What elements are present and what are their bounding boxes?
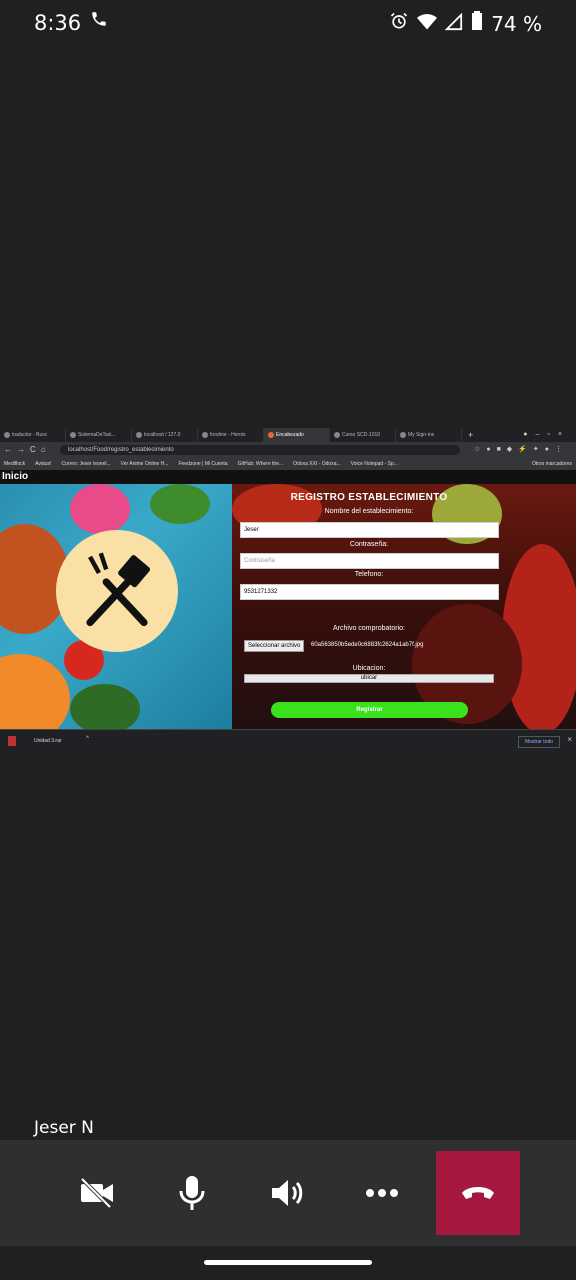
shared-screen: traductor - Busc SistemaDeTaxi... localh… — [0, 428, 576, 754]
end-call-button[interactable] — [436, 1151, 520, 1235]
utensils-icon — [86, 552, 151, 627]
phone-label: Telefono: — [354, 571, 384, 578]
chevron-up-icon[interactable]: ^ — [86, 736, 89, 742]
browser-tab-active[interactable]: Encabezado — [264, 428, 330, 442]
favicon-icon — [334, 432, 340, 438]
browser-tab[interactable]: traductor - Busc — [0, 428, 66, 442]
wifi-icon — [417, 12, 438, 36]
other-bookmarks[interactable]: Otros marcadores — [532, 458, 572, 470]
browser-tab[interactable]: Curso SCD-1010 — [330, 428, 396, 442]
battery-percent: 74 % — [491, 11, 542, 36]
form-title: REGISTRO ESTABLECIMIENTO — [290, 492, 448, 503]
name-input[interactable]: Jeser — [240, 522, 499, 538]
new-tab-button[interactable]: + — [462, 428, 473, 442]
extension-icons[interactable]: ☆●■◆⚡✦●⋮ — [474, 445, 568, 453]
microsoft-icon — [400, 432, 406, 438]
favicon-icon — [202, 432, 208, 438]
bookmark[interactable]: Odoxa XXI - Odoxa... — [293, 458, 341, 470]
browser-tab[interactable]: localhost / 127.0 — [132, 428, 198, 442]
favicon-icon — [268, 432, 274, 438]
choose-file-button[interactable]: Seleccionar archivo — [244, 640, 305, 652]
more-icon — [366, 1189, 398, 1197]
favicon-icon — [4, 432, 10, 438]
browser-tab[interactable]: My Sign-ins — [396, 428, 462, 442]
video-off-button[interactable] — [72, 1168, 122, 1218]
register-button[interactable]: Registrar — [271, 702, 468, 718]
bookmark[interactable]: Aviáus! — [35, 458, 51, 470]
password-input[interactable]: Contraseña — [240, 553, 499, 569]
video-off-icon — [80, 1177, 113, 1209]
address-bar: ←→C⌂ localhost/Food/registro_establecimi… — [0, 442, 576, 458]
github-icon — [70, 432, 76, 438]
bookmark[interactable]: GitHub: Where the... — [238, 458, 284, 470]
file-label: Archivo comprobatorio: — [333, 625, 405, 632]
battery-icon — [471, 11, 483, 36]
status-bar: 8:36 74 % — [0, 0, 576, 46]
browser-tab[interactable]: SistemaDeTaxi... — [66, 428, 132, 442]
close-icon[interactable]: × — [567, 735, 572, 744]
speaker-icon — [272, 1180, 303, 1206]
show-all-button[interactable]: Mostrar todo — [518, 736, 560, 748]
caller-name: Jeser N — [34, 1118, 94, 1138]
locate-button[interactable]: ubicar — [244, 674, 494, 683]
web-page: Inicio REGISTRO ESTABLECIMIENTO Nombre d… — [0, 470, 576, 729]
home-link[interactable]: Inicio — [2, 471, 28, 482]
cell-signal-icon — [444, 12, 463, 36]
page-header: Inicio — [0, 470, 576, 484]
name-label: Nombre del establecimiento: — [324, 508, 414, 515]
microphone-button[interactable] — [167, 1168, 217, 1218]
phone-input[interactable]: 9531271332 — [240, 584, 499, 600]
home-indicator[interactable] — [204, 1260, 372, 1265]
bookmarks-bar: Mediflock Aviáus! Correo: Jeser leonel..… — [0, 458, 576, 470]
download-item[interactable]: Unidad 3.rar — [34, 738, 62, 744]
file-icon — [8, 736, 16, 746]
nav-buttons[interactable]: ←→C⌂ — [4, 445, 51, 454]
food-background-right — [232, 484, 576, 729]
call-controls — [0, 1140, 576, 1246]
bookmark[interactable]: Correo: Jeser leonel... — [61, 458, 110, 470]
phone-call-icon — [90, 10, 108, 33]
clock: 8:36 — [34, 11, 82, 35]
browser-tabs: traductor - Busc SistemaDeTaxi... localh… — [0, 428, 576, 442]
window-controls[interactable]: ●–▫× — [523, 428, 576, 442]
microphone-icon — [179, 1176, 205, 1210]
bookmark[interactable]: Voice Notepad - Sp... — [351, 458, 398, 470]
downloads-bar: Unidad 3.rar ^ Mostrar todo × — [0, 729, 576, 754]
bookmark[interactable]: Ver Anime Online H... — [121, 458, 169, 470]
bookmark[interactable]: Mediflock — [4, 458, 25, 470]
password-label: Contraseña: — [349, 541, 389, 548]
food-background-left — [0, 484, 232, 729]
bookmark[interactable]: Feedzone | Mi Cuenta — [178, 458, 227, 470]
favicon-icon — [136, 432, 142, 438]
location-label: Ubicacion: — [352, 665, 386, 672]
alarm-icon — [389, 11, 409, 36]
speaker-button[interactable] — [263, 1168, 313, 1218]
url-input[interactable]: localhost/Food/registro_establecimiento — [60, 445, 460, 455]
logo — [56, 530, 178, 652]
file-name: 60a563850b5ede0c6883fc2624a1ab7f.jpg — [311, 642, 424, 648]
hang-up-icon — [462, 1187, 494, 1199]
more-options-button[interactable] — [357, 1168, 407, 1218]
browser-tab[interactable]: foodme - Herois — [198, 428, 264, 442]
